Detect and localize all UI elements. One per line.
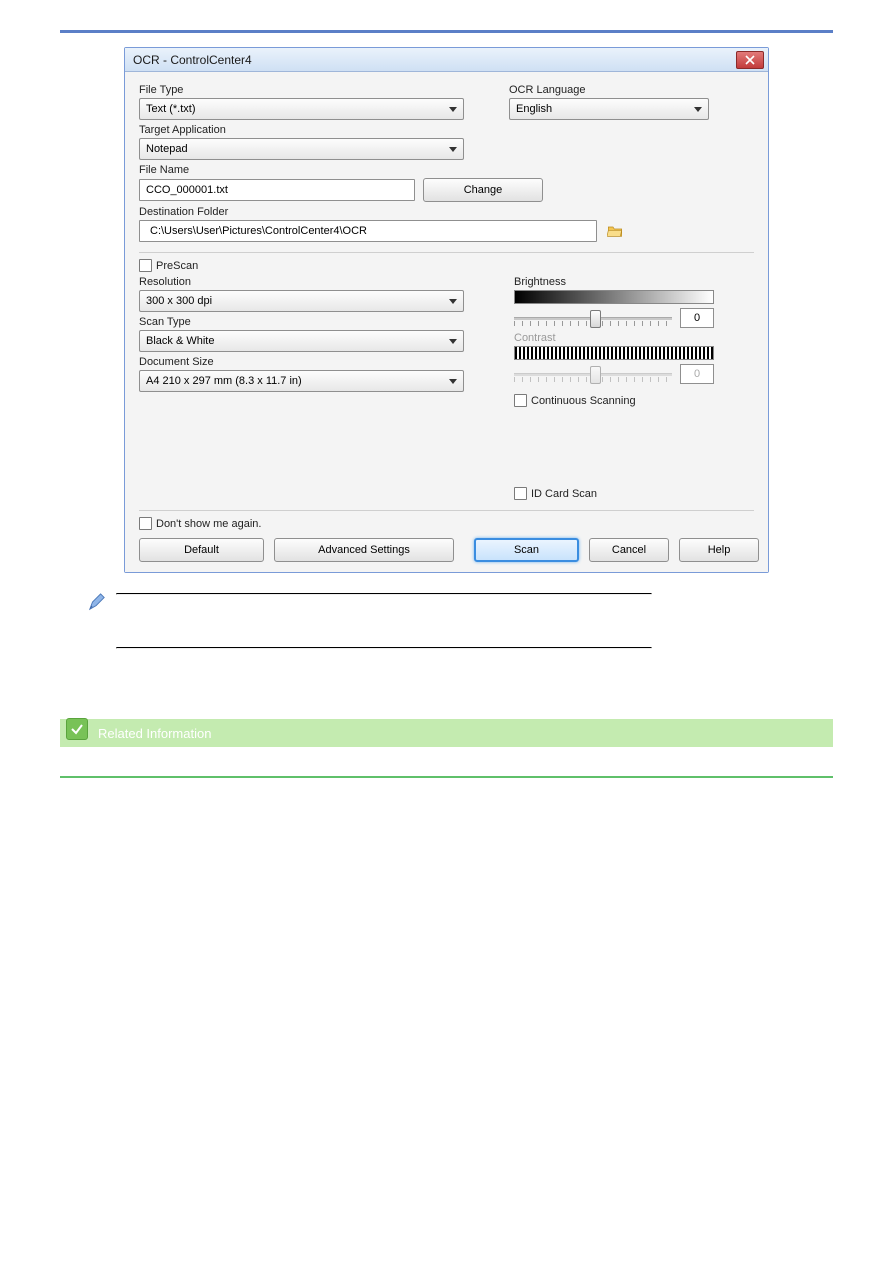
file-type-combo[interactable]: Text (*.txt) <box>139 98 464 120</box>
titlebar: OCR - ControlCenter4 <box>125 48 768 72</box>
related-info-bar: Related Information <box>60 719 833 747</box>
prescan-label: PreScan <box>156 260 198 272</box>
file-name-input[interactable] <box>139 179 415 201</box>
brightness-slider[interactable] <box>514 308 672 328</box>
destination-folder-label: Destination Folder <box>139 206 754 218</box>
document-size-label: Document Size <box>139 356 464 368</box>
note-rule-bottom-1 <box>116 647 652 649</box>
brightness-value: 0 <box>680 308 714 328</box>
scan-button-label: Scan <box>514 544 539 556</box>
contrast-gradient <box>514 346 714 360</box>
dont-show-label: Don't show me again. <box>156 518 261 530</box>
separator-2 <box>139 510 754 511</box>
dont-show-row: Don't show me again. <box>139 517 754 530</box>
dialog-title: OCR - ControlCenter4 <box>133 53 252 67</box>
continuous-scanning-label: Continuous Scanning <box>531 395 636 407</box>
scan-type-value: Black & White <box>146 335 214 347</box>
contrast-label: Contrast <box>514 332 714 344</box>
continuous-scanning-checkbox[interactable] <box>514 394 527 407</box>
target-app-value: Notepad <box>146 143 188 155</box>
change-button-label: Change <box>464 184 503 196</box>
help-button[interactable]: Help <box>679 538 759 562</box>
related-info-label: Related Information <box>98 726 211 741</box>
check-badge <box>66 718 88 740</box>
advanced-settings-button[interactable]: Advanced Settings <box>274 538 454 562</box>
close-icon <box>745 55 755 65</box>
check-icon <box>70 722 84 736</box>
change-button[interactable]: Change <box>423 178 543 202</box>
resolution-label: Resolution <box>139 276 464 288</box>
brightness-thumb[interactable] <box>590 310 601 328</box>
document-size-combo[interactable]: A4 210 x 297 mm (8.3 x 11.7 in) <box>139 370 464 392</box>
file-type-label: File Type <box>139 84 469 96</box>
advanced-settings-label: Advanced Settings <box>318 544 410 556</box>
ocr-dialog: OCR - ControlCenter4 File Type Text (*.t… <box>124 47 769 573</box>
resolution-value: 300 x 300 dpi <box>146 295 212 307</box>
continuous-scanning-row: Continuous Scanning <box>514 394 714 407</box>
cancel-button[interactable]: Cancel <box>589 538 669 562</box>
resolution-combo[interactable]: 300 x 300 dpi <box>139 290 464 312</box>
file-name-label: File Name <box>139 164 754 176</box>
default-button[interactable]: Default <box>139 538 264 562</box>
contrast-value: 0 <box>680 364 714 384</box>
related-bottom-rule <box>60 776 833 778</box>
separator-1 <box>139 252 754 253</box>
close-button[interactable] <box>736 51 764 69</box>
target-app-label: Target Application <box>139 124 754 136</box>
contrast-slider <box>514 364 672 384</box>
note-text-1: To save the settings as a shortcut, clic… <box>116 595 652 647</box>
ocr-language-value: English <box>516 103 552 115</box>
idcard-scan-checkbox[interactable] <box>514 487 527 500</box>
prescan-checkbox[interactable] <box>139 259 152 272</box>
prescan-checkbox-row: PreScan <box>139 259 754 272</box>
note-block-1: To save the settings as a shortcut, clic… <box>88 593 648 649</box>
idcard-scan-row: ID Card Scan <box>514 487 714 500</box>
contrast-thumb <box>590 366 601 384</box>
default-button-label: Default <box>184 544 219 556</box>
ocr-language-label: OCR Language <box>509 84 709 96</box>
dont-show-checkbox[interactable] <box>139 517 152 530</box>
scan-type-combo[interactable]: Black & White <box>139 330 464 352</box>
brightness-label: Brightness <box>514 276 714 288</box>
step-8: 8. Click Scan. <box>88 659 833 674</box>
pencil-icon <box>88 593 106 611</box>
scan-type-label: Scan Type <box>139 316 464 328</box>
document-size-value: A4 210 x 297 mm (8.3 x 11.7 in) <box>146 375 302 387</box>
ocr-language-combo[interactable]: English <box>509 98 709 120</box>
idcard-scan-label: ID Card Scan <box>531 488 597 500</box>
related-item: Scan Using ControlCenter4 Advanced Mode … <box>90 753 833 768</box>
page-top-rule <box>60 30 833 33</box>
step-8-desc: The machine starts scanning, and the sca… <box>110 674 833 689</box>
help-button-label: Help <box>708 544 731 556</box>
destination-folder-input[interactable] <box>139 220 597 242</box>
brightness-gradient <box>514 290 714 304</box>
scan-button[interactable]: Scan <box>474 538 579 562</box>
browse-folder-icon[interactable] <box>607 224 623 238</box>
cancel-button-label: Cancel <box>612 544 646 556</box>
target-app-combo[interactable]: Notepad <box>139 138 464 160</box>
file-type-value: Text (*.txt) <box>146 103 196 115</box>
